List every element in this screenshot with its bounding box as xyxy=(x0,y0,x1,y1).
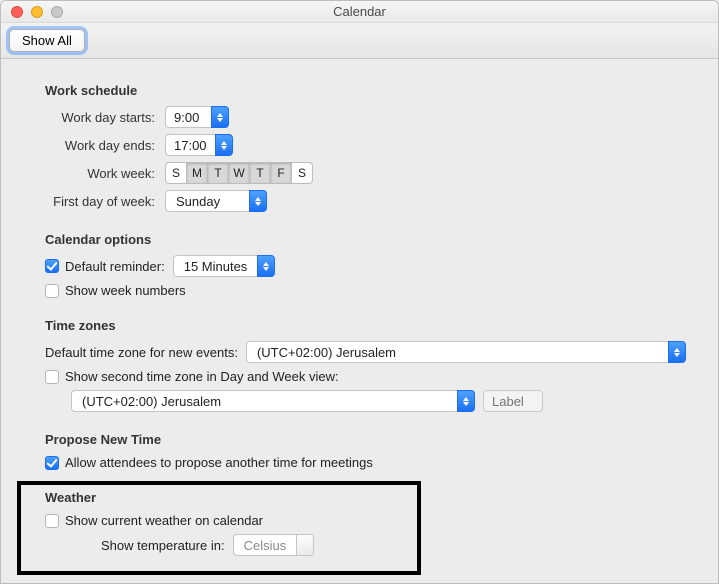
toolbar: Show All xyxy=(1,23,718,59)
show-week-numbers-label: Show week numbers xyxy=(65,283,186,298)
preferences-window: Calendar Show All Work schedule Work day… xyxy=(0,0,719,584)
popup-arrows-icon[interactable] xyxy=(249,190,267,212)
window-title: Calendar xyxy=(1,4,718,19)
close-window-button[interactable] xyxy=(11,6,23,18)
day-toggle-mon[interactable]: M xyxy=(186,162,208,184)
work-day-starts-stepper[interactable]: 9:00 xyxy=(165,106,229,128)
work-day-ends-stepper[interactable]: 17:00 xyxy=(165,134,233,156)
work-schedule-heading: Work schedule xyxy=(45,83,686,98)
default-reminder-label: Default reminder: xyxy=(65,259,165,274)
first-day-of-week-label: First day of week: xyxy=(45,194,165,209)
day-toggle-sun[interactable]: S xyxy=(165,162,187,184)
propose-new-time-heading: Propose New Time xyxy=(45,432,686,447)
stepper-arrows-icon[interactable] xyxy=(215,134,233,156)
titlebar: Calendar xyxy=(1,1,718,23)
minimize-window-button[interactable] xyxy=(31,6,43,18)
work-day-ends-value: 17:00 xyxy=(165,134,215,156)
content-area: Work schedule Work day starts: 9:00 Work… xyxy=(1,59,718,572)
allow-propose-checkbox[interactable] xyxy=(45,456,59,470)
first-day-of-week-value: Sunday xyxy=(165,190,249,212)
weather-heading: Weather xyxy=(45,490,686,505)
zoom-window-button[interactable] xyxy=(51,6,63,18)
default-time-zone-label: Default time zone for new events: xyxy=(45,345,238,360)
temperature-unit-popup[interactable]: Celsius xyxy=(233,534,315,556)
default-reminder-checkbox[interactable] xyxy=(45,259,59,273)
popup-arrows-icon[interactable] xyxy=(257,255,275,277)
work-day-ends-label: Work day ends: xyxy=(45,138,165,153)
second-time-zone-popup[interactable]: (UTC+02:00) Jerusalem xyxy=(71,390,475,412)
default-reminder-value: 15 Minutes xyxy=(173,255,258,277)
temperature-unit-value: Celsius xyxy=(233,534,297,556)
second-time-zone-value: (UTC+02:00) Jerusalem xyxy=(71,390,457,412)
work-week-toggle-group: S M T W T F S xyxy=(165,162,313,184)
day-toggle-sat[interactable]: S xyxy=(291,162,313,184)
calendar-options-heading: Calendar options xyxy=(45,232,686,247)
show-current-weather-checkbox[interactable] xyxy=(45,514,59,528)
work-day-starts-label: Work day starts: xyxy=(45,110,165,125)
show-week-numbers-checkbox[interactable] xyxy=(45,284,59,298)
show-current-weather-label: Show current weather on calendar xyxy=(65,513,263,528)
default-time-zone-value: (UTC+02:00) Jerusalem xyxy=(246,341,668,363)
day-toggle-fri[interactable]: F xyxy=(270,162,292,184)
day-toggle-tue[interactable]: T xyxy=(207,162,229,184)
first-day-of-week-popup[interactable]: Sunday xyxy=(165,190,267,212)
day-toggle-thu[interactable]: T xyxy=(249,162,271,184)
show-second-time-zone-checkbox[interactable] xyxy=(45,370,59,384)
work-week-label: Work week: xyxy=(45,166,165,181)
second-time-zone-label-field[interactable] xyxy=(483,390,543,412)
show-second-time-zone-label: Show second time zone in Day and Week vi… xyxy=(65,369,339,384)
popup-arrows-icon[interactable] xyxy=(668,341,686,363)
work-day-starts-value: 9:00 xyxy=(165,106,211,128)
default-reminder-popup[interactable]: 15 Minutes xyxy=(173,255,276,277)
day-toggle-wed[interactable]: W xyxy=(228,162,250,184)
window-controls xyxy=(1,6,63,18)
popup-arrows-icon xyxy=(296,534,314,556)
default-time-zone-popup[interactable]: (UTC+02:00) Jerusalem xyxy=(246,341,686,363)
popup-arrows-icon[interactable] xyxy=(457,390,475,412)
stepper-arrows-icon[interactable] xyxy=(211,106,229,128)
time-zones-heading: Time zones xyxy=(45,318,686,333)
show-all-button[interactable]: Show All xyxy=(9,29,85,52)
allow-propose-label: Allow attendees to propose another time … xyxy=(65,455,373,470)
show-temperature-in-label: Show temperature in: xyxy=(101,538,225,553)
